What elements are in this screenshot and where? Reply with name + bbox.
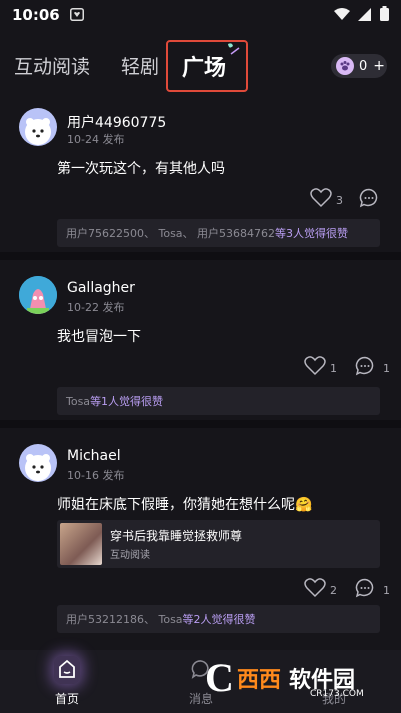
- comment-icon[interactable]: [359, 188, 379, 212]
- post-text: 师姐在床底下假睡，你猜她在想什么呢: [57, 497, 295, 513]
- watermark-brand: 西西: [237, 668, 282, 693]
- site-watermark: C 西西 软件园 CR173.COM: [197, 655, 389, 708]
- liked-count-summary: 等1人觉得很赞: [90, 395, 164, 408]
- liked-by-users: Tosa: [66, 394, 91, 408]
- add-coins-button[interactable]: +: [373, 58, 385, 74]
- tab-square[interactable]: 广场: [182, 50, 226, 82]
- liked-by-users: 用户75622500、 Tosa、 用户53684762: [66, 227, 276, 240]
- book-card-bg: 穿书后我靠睡觉拯救师尊 互动阅读: [57, 520, 380, 568]
- post-date: 10-22 发布: [67, 301, 125, 314]
- status-time: 10:06: [12, 6, 60, 24]
- divider: [0, 252, 401, 260]
- divider: [0, 420, 401, 428]
- status-bar: 10:06: [0, 0, 401, 30]
- like-count: 2: [330, 583, 337, 597]
- post-actions: 1 1: [304, 356, 390, 380]
- avatar[interactable]: [19, 108, 57, 146]
- avatar[interactable]: [19, 444, 57, 482]
- like-icon[interactable]: [310, 188, 332, 212]
- likes-summary-bar[interactable]: 用户75622500、 Tosa、 用户53684762 等3人觉得很赞: [57, 219, 380, 247]
- book-card[interactable]: 穿书后我靠睡觉拯救师尊 互动阅读: [0, 520, 401, 568]
- post-date: 10-24 发布: [67, 133, 125, 146]
- likes-summary-bar[interactable]: 用户53212186、 Tosa 等2人觉得很赞: [57, 605, 380, 633]
- feed: 用户44960775 10-24 发布 第一次玩这个，有其他人吗 3 用户756…: [0, 100, 401, 648]
- avatar[interactable]: [19, 276, 57, 314]
- post-content: 师姐在床底下假睡，你猜她在想什么呢🤗: [57, 494, 312, 514]
- coin-balance[interactable]: 0 +: [331, 54, 387, 78]
- book-cover-image: [60, 523, 102, 565]
- post-card[interactable]: Michael 10-16 发布 师姐在床底下假睡，你猜她在想什么呢🤗 穿书后我…: [0, 428, 401, 648]
- tab-home-label: 首页: [54, 692, 79, 706]
- tab-interactive-reading[interactable]: 互动阅读: [14, 52, 90, 79]
- like-count: 3: [336, 193, 343, 207]
- book-title: 穿书后我靠睡觉拯救师尊: [110, 529, 243, 543]
- comment-icon[interactable]: [355, 578, 375, 602]
- post-content: 第一次玩这个，有其他人吗: [57, 161, 225, 177]
- coin-count: 0: [359, 58, 368, 74]
- post-username[interactable]: Michael: [67, 448, 121, 464]
- like-icon[interactable]: [304, 578, 326, 602]
- like-count: 1: [330, 361, 337, 375]
- liked-by-users: 用户53212186、 Tosa: [66, 613, 183, 626]
- comment-icon[interactable]: [355, 356, 375, 380]
- likes-summary-bar[interactable]: Tosa 等1人觉得很赞: [57, 387, 380, 415]
- liked-count-summary: 等2人觉得很赞: [182, 613, 256, 626]
- post-actions: 3: [310, 188, 379, 212]
- post-card[interactable]: 用户44960775 10-24 发布 第一次玩这个，有其他人吗 3 用户756…: [0, 100, 401, 252]
- wifi-icon: [334, 6, 350, 25]
- book-type: 互动阅读: [110, 550, 150, 561]
- comment-count: 1: [383, 361, 390, 375]
- paw-icon: [336, 57, 354, 75]
- post-username[interactable]: 用户44960775: [67, 112, 166, 132]
- like-icon[interactable]: [304, 356, 326, 380]
- home-icon: [57, 659, 77, 683]
- signal-icon: [358, 6, 372, 25]
- top-nav: 互动阅读 轻剧 广场 0 +: [0, 38, 401, 94]
- notification-icon: [69, 6, 84, 25]
- watermark-c-logo: C: [205, 655, 234, 700]
- hug-emoji-icon: 🤗: [295, 497, 313, 513]
- liked-count-summary: 等3人觉得很赞: [275, 227, 349, 240]
- battery-icon: [380, 5, 389, 25]
- comment-count: 1: [383, 583, 390, 597]
- tab-light-drama[interactable]: 轻剧: [121, 52, 159, 79]
- watermark-url: CR173.COM: [310, 689, 364, 699]
- post-actions: 2 1: [304, 578, 390, 602]
- post-date: 10-16 发布: [67, 469, 125, 482]
- post-username[interactable]: Gallagher: [67, 280, 135, 296]
- post-content: 我也冒泡一下: [57, 329, 141, 345]
- post-card[interactable]: Gallagher 10-22 发布 我也冒泡一下 1 1 Tosa 等1人觉得…: [0, 260, 401, 420]
- sparkle-icon: [224, 42, 240, 62]
